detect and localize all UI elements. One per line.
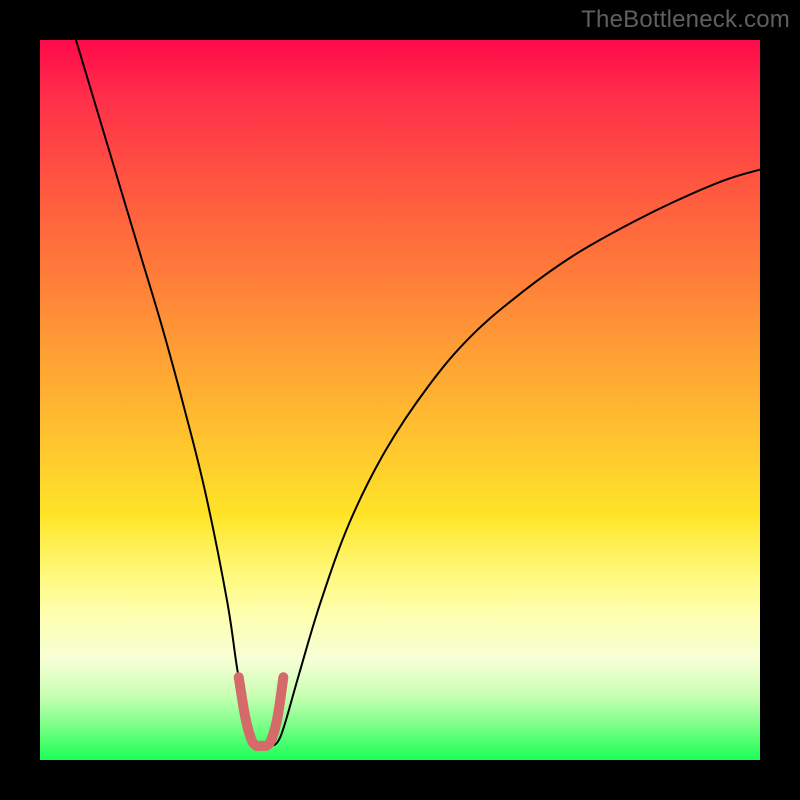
chart-frame: TheBottleneck.com bbox=[0, 0, 800, 800]
curve-svg bbox=[40, 40, 760, 760]
bottleneck-curve bbox=[76, 40, 760, 746]
bottom-highlight bbox=[239, 677, 284, 746]
watermark-text: TheBottleneck.com bbox=[581, 6, 790, 34]
plot-area bbox=[40, 40, 760, 760]
